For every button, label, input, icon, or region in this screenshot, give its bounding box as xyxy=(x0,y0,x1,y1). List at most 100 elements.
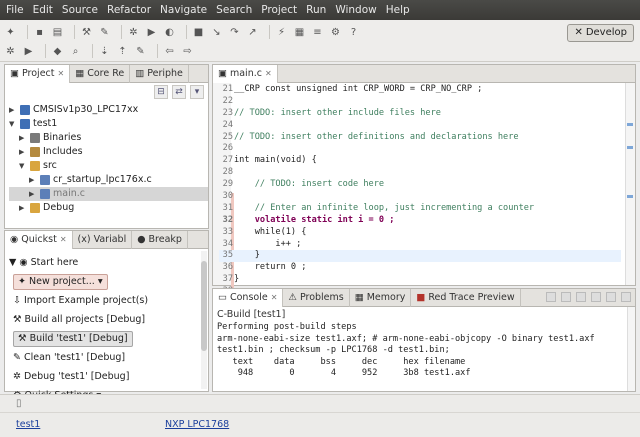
task-marker-icon[interactable] xyxy=(627,195,633,198)
tab-core-registers[interactable]: ▦ Core Re xyxy=(70,65,131,83)
debug-icon[interactable]: ✲ xyxy=(127,26,140,39)
task-marker-icon[interactable] xyxy=(627,123,633,126)
tab-console[interactable]: ▭ Console ✕ xyxy=(213,289,284,307)
build-all-button[interactable]: ⚒ Build all projects [Debug] xyxy=(9,310,200,329)
minimize-icon[interactable] xyxy=(621,292,631,302)
save-icon[interactable]: ▪ xyxy=(33,26,46,39)
step-into-icon[interactable]: ↘ xyxy=(210,26,223,39)
expand-arrow-icon[interactable]: ▼ xyxy=(19,159,27,173)
new-project-button[interactable]: ✦ New project... ▾ xyxy=(13,273,108,290)
perspective-develop-button[interactable]: ✕ Develop xyxy=(567,24,634,42)
view-menu-icon[interactable]: ▾ xyxy=(190,85,204,99)
lock-icon[interactable] xyxy=(546,292,556,302)
flash-icon[interactable]: ⚡ xyxy=(275,26,288,39)
tree-item[interactable]: ▶ Includes xyxy=(9,145,208,159)
console-output[interactable]: Performing post-build steps arm-none-eab… xyxy=(217,322,625,380)
menu-window[interactable]: Window xyxy=(335,4,376,16)
tree-item[interactable]: ▼ src xyxy=(9,159,208,173)
registers-icon[interactable]: ≡ xyxy=(311,26,324,39)
pin-icon[interactable] xyxy=(576,292,586,302)
close-icon[interactable]: ✕ xyxy=(58,65,65,83)
run-config-icon[interactable]: ▶ xyxy=(22,45,35,58)
tab-memory[interactable]: ▦ Memory xyxy=(350,289,412,307)
clean-icon[interactable]: ✎ xyxy=(98,26,111,39)
tab-red-trace-preview[interactable]: ■ Red Trace Preview xyxy=(411,289,521,307)
tree-item[interactable]: ▶ Binaries xyxy=(9,131,208,145)
back-icon[interactable]: ⇦ xyxy=(163,45,176,58)
expand-arrow-icon[interactable]: ▶ xyxy=(19,145,27,159)
tree-item-selected[interactable]: ▶ main.c xyxy=(9,187,208,201)
code-area[interactable]: 21 __CRP const unsigned int CRP_WORD = CR… xyxy=(219,84,621,298)
target-link[interactable]: NXP LPC1768 xyxy=(165,419,229,430)
quickstart-section-start[interactable]: ▼ ◉ Start here xyxy=(9,253,200,272)
quickstart-item[interactable]: ✦ New project... ▾ xyxy=(9,272,200,291)
tree-item[interactable]: ▶ Debug xyxy=(9,201,208,215)
help-icon[interactable]: ? xyxy=(347,26,360,39)
task-marker-icon[interactable] xyxy=(627,146,633,149)
expand-arrow-icon[interactable]: ▼ xyxy=(9,117,17,131)
clean-project-button[interactable]: ✎ Clean 'test1' [Debug] xyxy=(9,348,200,367)
menu-refactor[interactable]: Refactor xyxy=(107,4,151,16)
close-icon[interactable]: ✕ xyxy=(60,231,67,249)
tab-project[interactable]: ▣ Project ✕ xyxy=(5,65,71,83)
settings-icon[interactable]: ⚙ xyxy=(329,26,342,39)
open-type-icon[interactable]: ◆ xyxy=(51,45,64,58)
menu-source[interactable]: Source xyxy=(62,4,98,16)
import-example-button[interactable]: ⇩ Import Example project(s) xyxy=(9,291,200,310)
menu-navigate[interactable]: Navigate xyxy=(160,4,207,16)
new-icon[interactable]: ✦ xyxy=(4,26,17,39)
external-tools-icon[interactable]: ◐ xyxy=(163,26,176,39)
project-link[interactable]: test1 xyxy=(16,419,40,430)
tab-peripherals[interactable]: ▥ Periphe xyxy=(130,65,189,83)
quickstart-scrollbar[interactable] xyxy=(201,251,207,389)
menu-edit[interactable]: Edit xyxy=(33,4,53,16)
tab-quickstart[interactable]: ◉ Quickst ✕ xyxy=(5,231,73,249)
console-scrollbar[interactable] xyxy=(627,307,635,391)
tab-problems[interactable]: ⚠ Problems xyxy=(283,289,350,307)
menu-help[interactable]: Help xyxy=(386,4,410,16)
terminate-icon[interactable]: ■ xyxy=(192,26,205,39)
close-icon[interactable]: ✕ xyxy=(265,65,272,83)
clear-console-icon[interactable] xyxy=(561,292,571,302)
annotation-prev-icon[interactable]: ⇡ xyxy=(116,45,129,58)
menu-project[interactable]: Project xyxy=(261,4,297,16)
debug-config-icon[interactable]: ✲ xyxy=(4,45,17,58)
new-console-icon[interactable] xyxy=(606,292,616,302)
tree-item[interactable]: ▶ CMSISv1p30_LPC17xx xyxy=(9,103,208,117)
expand-arrow-icon[interactable]: ▶ xyxy=(19,131,27,145)
close-icon[interactable]: ✕ xyxy=(271,289,278,307)
forward-icon[interactable]: ⇨ xyxy=(181,45,194,58)
tab-main-c[interactable]: ▣ main.c ✕ xyxy=(213,65,278,83)
build-icon[interactable]: ⚒ xyxy=(80,26,93,39)
edit-icon[interactable]: ✎ xyxy=(134,45,147,58)
collapse-all-icon[interactable]: ⊟ xyxy=(154,85,168,99)
expand-arrow-icon[interactable]: ▶ xyxy=(9,103,17,117)
menu-search[interactable]: Search xyxy=(216,4,252,16)
editor-overview-ruler[interactable] xyxy=(625,83,635,285)
expand-arrow-icon[interactable]: ▶ xyxy=(19,201,27,215)
step-over-icon[interactable]: ↷ xyxy=(228,26,241,39)
debug-project-button[interactable]: ✲ Debug 'test1' [Debug] xyxy=(9,367,200,386)
build-project-button[interactable]: ⚒ Build 'test1' [Debug] xyxy=(13,330,133,347)
quickstart-item[interactable]: ⚒ Build 'test1' [Debug] xyxy=(9,329,200,348)
expand-arrow-icon[interactable]: ▶ xyxy=(29,173,37,187)
link-editor-icon[interactable]: ⇄ xyxy=(172,85,186,99)
tree-item[interactable]: ▼ test1 xyxy=(9,117,208,131)
scrollbar-thumb[interactable] xyxy=(201,261,207,351)
annotation-next-icon[interactable]: ⇣ xyxy=(98,45,111,58)
tree-item[interactable]: ▶ cr_startup_lpc176x.c xyxy=(9,173,208,187)
tab-variables[interactable]: (x) Variabl xyxy=(73,231,133,249)
expand-arrow-icon[interactable]: ▶ xyxy=(29,187,37,201)
search-icon[interactable]: ⌕ xyxy=(69,45,82,58)
display-console-icon[interactable] xyxy=(591,292,601,302)
line-number: 37 xyxy=(222,274,233,285)
step-return-icon[interactable]: ↗ xyxy=(246,26,259,39)
run-icon[interactable]: ▶ xyxy=(145,26,158,39)
menu-run[interactable]: Run xyxy=(306,4,326,16)
tab-breakpoints[interactable]: ● Breakp xyxy=(132,231,188,249)
menu-file[interactable]: File xyxy=(6,4,24,16)
project-icon xyxy=(20,105,30,115)
line-number: 27 xyxy=(222,155,233,166)
print-icon[interactable]: ▤ xyxy=(51,26,64,39)
chip-icon[interactable]: ▦ xyxy=(293,26,306,39)
